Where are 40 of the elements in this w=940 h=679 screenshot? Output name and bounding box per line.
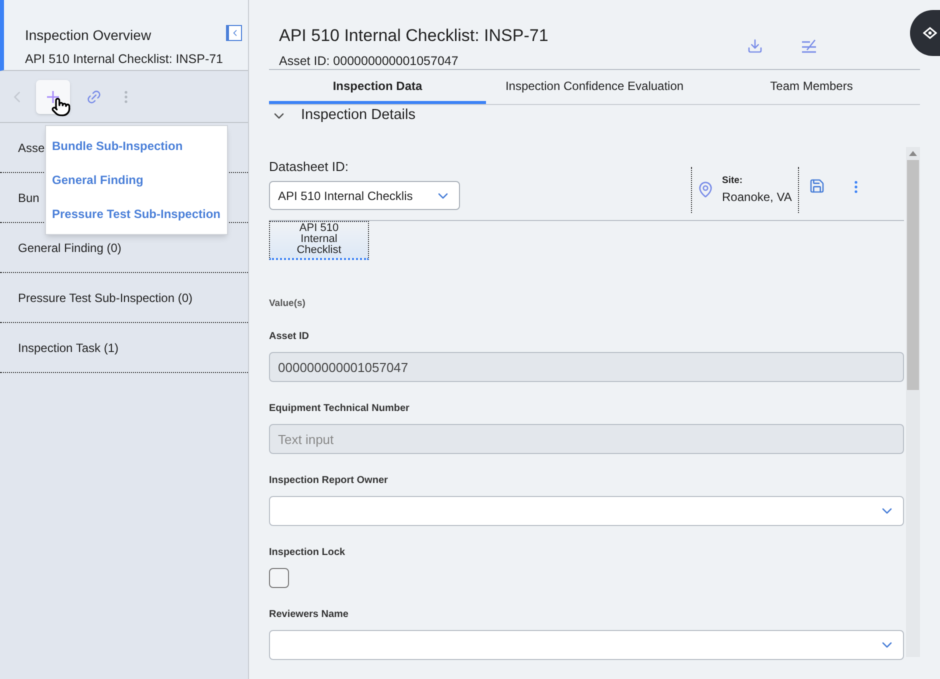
input-field[interactable]: 000000000001057047 [269,352,904,382]
menu-item[interactable]: General Finding [46,163,226,197]
sidebar-item[interactable]: Bun [18,188,40,206]
collapse-button[interactable] [226,25,242,41]
hand-cursor-icon [51,97,71,117]
save-icon[interactable] [809,178,825,194]
plus-icon [47,90,59,102]
group-label: Value(s) [269,296,306,311]
location-pin-icon [697,181,714,198]
datasheet-label: Datasheet ID: [269,158,350,176]
strikethrough-lines-icon[interactable] [800,38,818,54]
field-label: Inspection Lock [269,546,346,560]
sidebar-item[interactable]: Asse [18,138,45,156]
tab[interactable]: Team Members [703,70,920,104]
sidebar-item[interactable]: Inspection Task (1) [18,338,118,356]
section-toggle[interactable]: Inspection Details [269,105,920,127]
site-value: Roanoke, VA [722,188,792,206]
page-subtitle: Asset ID: 000000000001057047 [279,52,460,70]
field-label: Reviewers Name [269,608,350,622]
tab[interactable]: Inspection Confidence Evaluation [486,70,703,104]
sidebar-item[interactable]: General Finding (0) [18,238,122,256]
sidebar-title: Inspection Overview [25,26,152,45]
menu-item[interactable]: Bundle Sub-Inspection [46,129,226,163]
sidebar-subtitle: API 510 Internal Checklist: INSP-71 [25,51,224,68]
field-label: Inspection Report Owner [269,474,389,488]
sidebar-item[interactable]: Pressure Test Sub-Inspection (0) [18,288,193,306]
input-field[interactable]: Text input [269,424,904,454]
field-label: Asset ID [269,330,310,344]
tab[interactable]: Inspection Data [269,70,486,104]
dropdown-field[interactable] [269,496,904,526]
datasheet-dropdown[interactable]: API 510 Internal Checklis [269,181,460,210]
menu-item[interactable]: Pressure Test Sub-Inspection [46,197,226,231]
page-title: API 510 Internal Checklist: INSP-71 [279,25,550,47]
download-icon[interactable] [747,38,763,54]
dropdown-field[interactable] [269,630,904,660]
checkbox[interactable] [269,568,289,588]
field-label: Equipment Technical Number [269,402,410,416]
datasheet-tab[interactable]: API 510 Internal Checklist [269,220,369,260]
side-toggle-button[interactable] [910,10,940,56]
site-label: Site: [722,174,744,188]
